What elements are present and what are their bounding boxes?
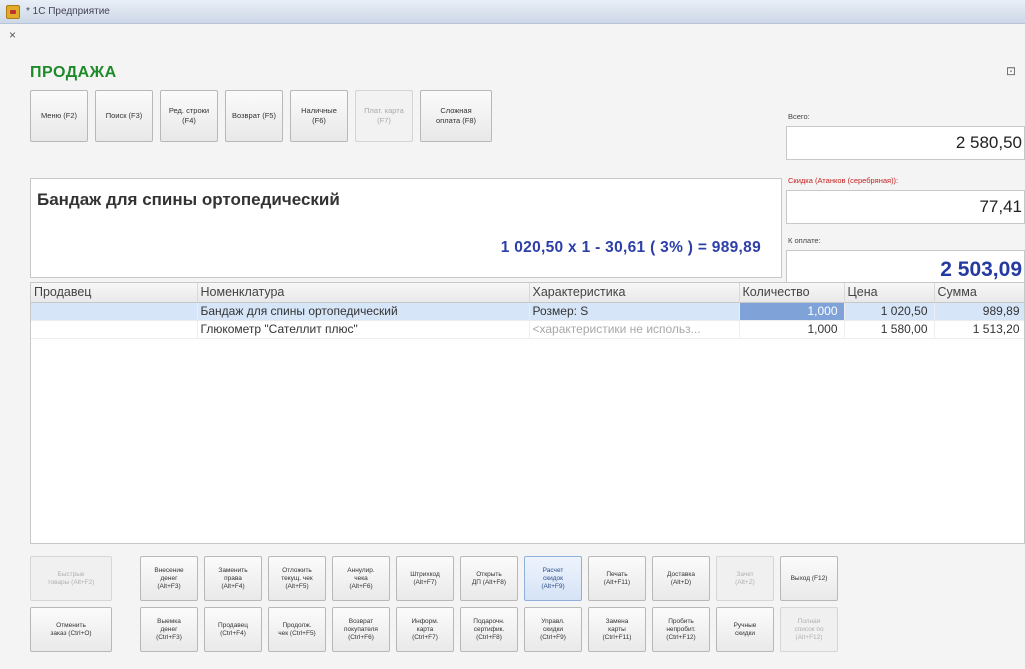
search-button[interactable]: Поиск (F3) (95, 90, 153, 142)
column-header-sum[interactable]: Сумма (934, 283, 1024, 303)
totals-panel: Всего: 2 580,50 Скидка (Атанков (серебря… (786, 112, 1025, 290)
form-title: ПРОДАЖА (30, 64, 117, 81)
gift-certificate-button[interactable]: Подарочн. сертифик. (Ctrl+F8) (460, 607, 518, 652)
cash-out-button[interactable]: Выемка денег (Ctrl+F3) (140, 607, 198, 652)
print-button[interactable]: Печать (Alt+F11) (588, 556, 646, 601)
continue-receipt-button[interactable]: Продолж. чек (Ctrl+F5) (268, 607, 326, 652)
to-pay-label: К оплате: (788, 236, 821, 245)
form-settings-icon[interactable]: ⊡ (1006, 64, 1016, 78)
exit-button[interactable]: Выход (F12) (780, 556, 838, 601)
seller-button[interactable]: Продавец (Ctrl+F4) (204, 607, 262, 652)
top-toolbar: Меню (F2) Поиск (F3) Ред. строки (F4) Во… (30, 90, 492, 142)
column-header-item[interactable]: Номенклатура (197, 283, 530, 303)
menu-button[interactable]: Меню (F2) (30, 90, 88, 142)
table-header-row: Продавец Номенклатура Характеристика Кол… (31, 283, 1024, 303)
discount-value: 77,41 (786, 190, 1025, 224)
punch-unpunched-button[interactable]: Пробить непробит. (Ctrl+F12) (652, 607, 710, 652)
table-row[interactable]: Бандаж для спины ортопедический Розмер: … (31, 302, 1024, 321)
edit-row-button[interactable]: Ред. строки (F4) (160, 90, 218, 142)
bottom-toolbar-row-2: Отменить заказ (Ctrl+O) Выемка денег (Ct… (30, 607, 1025, 652)
cell-characteristic[interactable]: Розмер: S (529, 302, 740, 321)
product-display: Бандаж для спины ортопедический 1 020,50… (30, 178, 782, 278)
manual-discounts-button[interactable]: Ручные скидки (716, 607, 774, 652)
cell-sum[interactable]: 989,89 (934, 302, 1024, 321)
bottom-toolbar-row-1: Быстрые товары (Alt+F2) Внесение денег (… (30, 556, 1025, 601)
window-title: * 1С Предприятие (26, 6, 110, 17)
column-header-characteristic[interactable]: Характеристика (529, 283, 740, 303)
card-payment-button[interactable]: Плат. карта (F7) (355, 90, 413, 142)
table-row[interactable]: Глюкометр "Сателлит плюс" <характеристик… (31, 320, 1024, 339)
cell-quantity[interactable]: 1,000 (739, 320, 845, 339)
return-button[interactable]: Возврат (F5) (225, 90, 283, 142)
column-header-seller[interactable]: Продавец (31, 283, 198, 303)
cash-in-button[interactable]: Внесение денег (Alt+F3) (140, 556, 198, 601)
bottom-toolbar: Быстрые товары (Alt+F2) Внесение денег (… (30, 556, 1025, 656)
cell-seller[interactable] (31, 320, 198, 339)
cell-price[interactable]: 1 020,50 (844, 302, 935, 321)
cancel-receipt-button[interactable]: Аннулир. чека (Alt+F6) (332, 556, 390, 601)
close-icon[interactable]: × (9, 29, 16, 41)
manage-discounts-button[interactable]: Управл. скидки (Ctrl+F9) (524, 607, 582, 652)
window-titlebar: * 1С Предприятие (0, 0, 1025, 24)
info-card-button[interactable]: Информ. карта (Ctrl+F7) (396, 607, 454, 652)
delivery-button[interactable]: Доставка (Alt+D) (652, 556, 710, 601)
app-logo-icon (6, 4, 20, 19)
open-drawer-button[interactable]: Открыть ДП (Alt+F8) (460, 556, 518, 601)
cancel-order-button[interactable]: Отменить заказ (Ctrl+O) (30, 607, 112, 652)
cell-price[interactable]: 1 580,00 (844, 320, 935, 339)
replace-card-button[interactable]: Замена карты (Ctrl+F11) (588, 607, 646, 652)
discount-label: Скидка (Атанков (серебряная)): (788, 176, 899, 185)
cell-sum[interactable]: 1 513,20 (934, 320, 1024, 339)
complex-payment-button[interactable]: Сложная оплата (F8) (420, 90, 492, 142)
offset-button[interactable]: Зачет (Alt+Z) (716, 556, 774, 601)
cell-item[interactable]: Бандаж для спины ортопедический (197, 302, 530, 321)
full-list-button[interactable]: Полная список по (Alt+F12) (780, 607, 838, 652)
quick-goods-button[interactable]: Быстрые товары (Alt+F2) (30, 556, 112, 601)
column-header-price[interactable]: Цена (844, 283, 935, 303)
sale-items-table: Продавец Номенклатура Характеристика Кол… (30, 282, 1025, 544)
customer-return-button[interactable]: Возврат покупателя (Ctrl+F6) (332, 607, 390, 652)
cell-seller[interactable] (31, 302, 198, 321)
cash-button[interactable]: Наличные (F6) (290, 90, 348, 142)
change-rights-button[interactable]: Заменить права (Alt+F4) (204, 556, 262, 601)
column-header-quantity[interactable]: Количество (739, 283, 845, 303)
total-label: Всего: (788, 112, 810, 121)
total-value: 2 580,50 (786, 126, 1025, 160)
cell-characteristic[interactable]: <характеристики не использ... (529, 320, 740, 339)
product-name: Бандаж для спины ортопедический (37, 190, 340, 209)
cell-item[interactable]: Глюкометр "Сателлит плюс" (197, 320, 530, 339)
calc-discounts-button[interactable]: Расчет скидок (Alt+F9) (524, 556, 582, 601)
defer-receipt-button[interactable]: Отложить текущ. чек (Alt+F5) (268, 556, 326, 601)
product-calculation: 1 020,50 x 1 - 30,61 ( 3% ) = 989,89 (500, 239, 761, 256)
barcode-button[interactable]: Штрихкод (Alt+F7) (396, 556, 454, 601)
cell-quantity[interactable]: 1,000 (739, 302, 845, 321)
